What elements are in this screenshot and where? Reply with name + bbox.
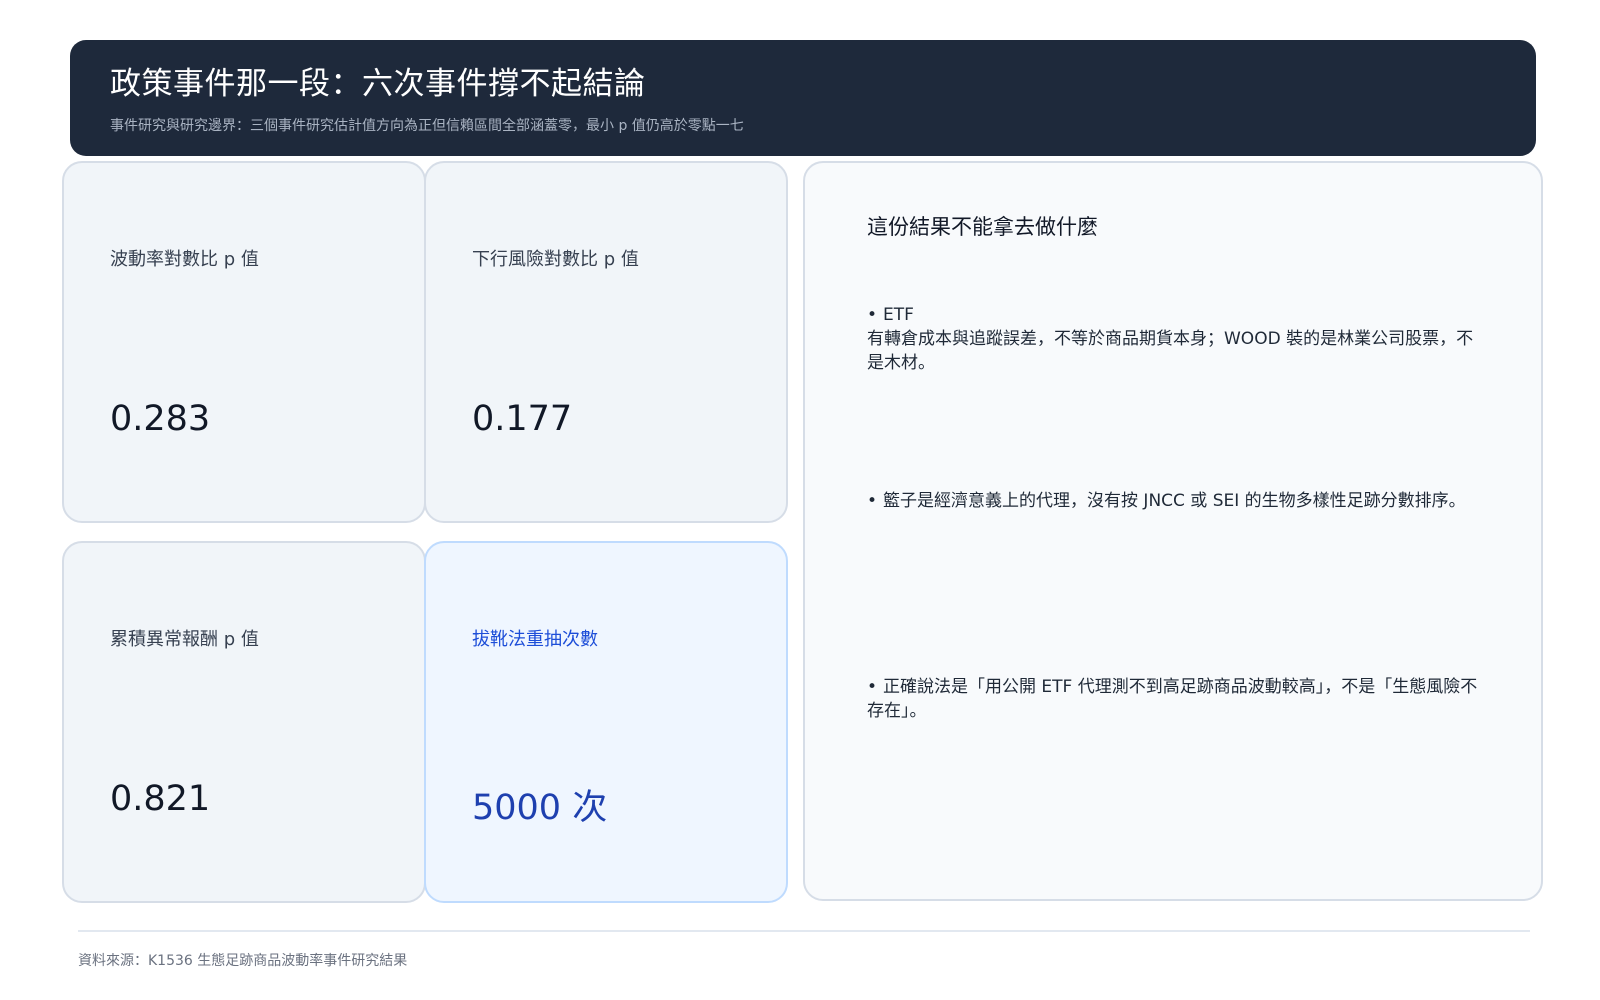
stat-value: 0.283 bbox=[110, 399, 211, 439]
stat-card-cumulative-return: 累積異常報酬 p 值 0.821 bbox=[62, 541, 426, 903]
source-note: 資料來源：K1536 生態足跡商品波動率事件研究結果 bbox=[78, 953, 408, 969]
footer-divider bbox=[78, 930, 1530, 932]
bullet-text: 正確說法是「用公開 ETF 代理測不到高足跡商品波動較高」，不是「生態風險不存在… bbox=[867, 677, 1478, 721]
page-title: 政策事件那一段：六次事件撐不起結論 bbox=[110, 66, 646, 102]
stat-card-downside-risk: 下行風險對數比 p 值 0.177 bbox=[424, 161, 788, 523]
stat-label: 拔靴法重抽次數 bbox=[472, 629, 598, 650]
bullet-item: • 正確說法是「用公開 ETF 代理測不到高足跡商品波動較高」，不是「生態風險不存… bbox=[867, 675, 1487, 723]
bullet-item: • ETF 有轉倉成本與追蹤誤差，不等於商品期貨本身；WOOD 裝的是林業公司股票… bbox=[867, 303, 1487, 375]
bullet-dot-icon: • bbox=[867, 491, 878, 511]
bullet-dot-icon: • bbox=[867, 677, 878, 697]
stat-value: 5000 次 bbox=[472, 788, 608, 828]
bullet-lead: ETF bbox=[883, 305, 914, 325]
bullet-dot-icon: • bbox=[867, 305, 878, 325]
stat-value: 0.821 bbox=[110, 779, 211, 819]
stat-value: 0.177 bbox=[472, 399, 573, 439]
page-subtitle: 事件研究與研究邊界：三個事件研究估計值方向為正但信賴區間全部涵蓋零，最小 p 值… bbox=[110, 118, 744, 134]
header-banner: 政策事件那一段：六次事件撐不起結論 事件研究與研究邊界：三個事件研究估計值方向為… bbox=[70, 40, 1536, 156]
stat-card-bootstrap: 拔靴法重抽次數 5000 次 bbox=[424, 541, 788, 903]
stat-label: 下行風險對數比 p 值 bbox=[472, 249, 639, 270]
bullet-text: 有轉倉成本與追蹤誤差，不等於商品期貨本身；WOOD 裝的是林業公司股票，不是木材… bbox=[867, 329, 1474, 373]
stat-label: 波動率對數比 p 值 bbox=[110, 249, 259, 270]
stat-label: 累積異常報酬 p 值 bbox=[110, 629, 259, 650]
bullet-text: 籃子是經濟意義上的代理，沒有按 JNCC 或 SEI 的生物多樣性足跡分數排序。 bbox=[883, 491, 1466, 511]
stat-card-volatility: 波動率對數比 p 值 0.283 bbox=[62, 161, 426, 523]
limitations-panel: 這份結果不能拿去做什麼 • ETF 有轉倉成本與追蹤誤差，不等於商品期貨本身；WO… bbox=[803, 161, 1543, 901]
panel-title: 這份結果不能拿去做什麼 bbox=[867, 215, 1098, 239]
bullet-item: • 籃子是經濟意義上的代理，沒有按 JNCC 或 SEI 的生物多樣性足跡分數排序… bbox=[867, 489, 1487, 513]
